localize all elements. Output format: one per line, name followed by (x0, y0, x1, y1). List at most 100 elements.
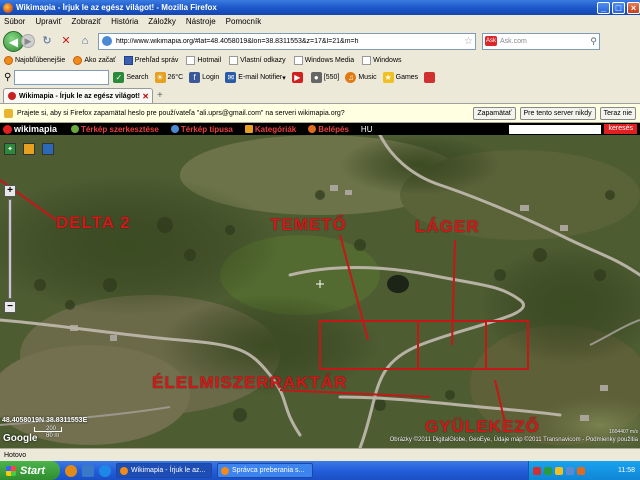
tray-security-icon[interactable] (533, 466, 541, 475)
menu-edit[interactable]: Upraviť (35, 17, 61, 26)
quicklaunch-desktop-icon[interactable] (82, 464, 94, 477)
never-for-site-button[interactable]: Pre tento server nikdy (519, 106, 596, 120)
games-icon: ★ (382, 72, 394, 83)
status-bar: Hotovo (0, 448, 640, 461)
toolbar-search-input[interactable] (14, 70, 110, 85)
tray-app-icon[interactable] (577, 466, 585, 475)
bookmark-item[interactable]: Vlastní odkazy (229, 56, 286, 65)
facebook-icon: f (189, 72, 201, 83)
tray-update-icon[interactable] (555, 466, 563, 475)
site-identity-icon[interactable] (102, 36, 112, 46)
weather-icon: ☀ (154, 72, 166, 83)
bookmark-item[interactable]: Prehľad správ (123, 56, 178, 65)
search-magnifier-icon[interactable]: ⚲ (590, 36, 597, 47)
minimize-button[interactable]: _ (597, 1, 610, 14)
tray-volume-icon[interactable] (566, 466, 574, 475)
search-icon: ✓ (113, 72, 125, 83)
map-search-button[interactable]: keresés (604, 124, 637, 134)
reload-icon[interactable]: ↻ (40, 34, 54, 48)
map-photo-icon[interactable] (42, 143, 54, 155)
toolbar-music[interactable]: ♫ Music (345, 72, 377, 83)
title-bar: Wikimapia - Írjuk le az egész világot! -… (0, 0, 640, 15)
bookmark-item[interactable]: Hotmail (186, 56, 221, 65)
toolbar-youtube[interactable]: ▶ (291, 72, 305, 83)
toolbar-search-button[interactable]: ✓ Search (113, 72, 149, 83)
nav-categories[interactable]: Kategóriák (244, 125, 296, 134)
toolbar-weather[interactable]: ☀ 26°C (154, 72, 183, 83)
nav-edit-map[interactable]: Térkép szerkesztése (71, 125, 159, 134)
quicklaunch-ie-icon[interactable] (99, 464, 111, 477)
toolbar-search-icon[interactable]: ⚲ (4, 72, 11, 83)
bookmark-fire-icon (4, 56, 13, 65)
tab-wikimapia[interactable]: Wikimapia - Írjuk le az egész világot! ✕ (3, 88, 153, 103)
tray-network-icon[interactable] (544, 466, 552, 475)
map-type-icon (170, 125, 179, 133)
password-notification-bar: Prajete si, aby si Firefox zapamätal hes… (0, 104, 640, 123)
menu-history[interactable]: História (111, 17, 138, 26)
nav-map-type[interactable]: Térkép típusa (170, 125, 233, 134)
bookmarks-bar: Najobľúbenejšie Ako začať Prehľad správ … (0, 54, 640, 67)
toolbar-counter[interactable]: ● [550] (310, 72, 339, 83)
label-delta: DELTA 2 (56, 213, 131, 232)
clock: 11:58 (618, 467, 635, 474)
menu-view[interactable]: Zobraziť (71, 17, 101, 26)
maximize-button[interactable]: □ (612, 1, 625, 14)
url-text[interactable]: http://www.wikimapia.org/#lat=48.4058019… (116, 38, 464, 45)
close-button[interactable]: × (627, 1, 640, 14)
bookmark-item[interactable]: Najobľúbenejšie (4, 56, 65, 65)
youtube-icon: ▶ (291, 72, 303, 83)
zoom-slider[interactable] (8, 199, 12, 299)
stop-icon[interactable]: ✕ (59, 34, 73, 48)
menu-file[interactable]: Súbor (4, 17, 25, 26)
map-tool-icon[interactable]: ✦ (4, 143, 16, 155)
bookmark-page-icon (293, 56, 303, 65)
home-icon[interactable]: ⌂ (78, 34, 92, 48)
ask-engine-icon[interactable]: Ask (485, 36, 497, 46)
zoom-control: + − (4, 185, 16, 315)
remember-button[interactable]: Zapamätať (473, 106, 516, 120)
bookmark-star-icon[interactable]: ☆ (464, 36, 473, 47)
search-bar[interactable]: Ask Ask.com ⚲ (482, 32, 600, 50)
toolbar-games[interactable]: ★ Games (382, 72, 418, 83)
start-button[interactable]: Start (0, 461, 60, 480)
bookmark-item[interactable]: Windows (362, 56, 402, 65)
status-text: Hotovo (4, 451, 27, 459)
bookmark-item[interactable]: Ako začať (73, 56, 116, 65)
taskbar-item-download-manager[interactable]: Správca preberania s... (217, 463, 313, 478)
scale-label-50m: 50 m (46, 433, 60, 439)
bookmark-news-icon (123, 56, 133, 65)
menu-tools[interactable]: Nástroje (186, 17, 216, 26)
map-search-input[interactable] (509, 124, 602, 134)
google-logo: Google (3, 433, 38, 444)
taskbar-item-wikimapia[interactable]: Wikimapia - Írjuk le az... (116, 463, 212, 478)
search-placeholder[interactable]: Ask.com (500, 38, 590, 45)
satellite-map[interactable]: DELTA 2 TEMETŐ LÁGER ÉLELMISZERRAKTÁR GY… (0, 135, 640, 448)
zoom-out-button[interactable]: − (4, 301, 16, 313)
toolbar-email-notifier[interactable]: ✉ E-mail Notifier ▾ (225, 72, 286, 83)
quicklaunch-firefox-icon[interactable] (65, 464, 77, 477)
map-layer-icon[interactable] (23, 143, 35, 155)
toolbar-login[interactable]: f Login (189, 72, 219, 83)
forward-button[interactable]: ▶ (21, 34, 35, 48)
taskbar: Start Wikimapia - Írjuk le az... Správca… (0, 461, 640, 480)
new-tab-button[interactable]: + (157, 90, 163, 101)
zoom-in-button[interactable]: + (4, 185, 16, 197)
nav-login[interactable]: Belépés (308, 125, 349, 134)
bookmark-item[interactable]: Windows Media (293, 56, 354, 65)
url-bar[interactable]: http://www.wikimapia.org/#lat=48.4058019… (98, 32, 476, 50)
wikimapia-logo[interactable]: wikimapia (3, 124, 57, 134)
menu-bookmarks[interactable]: Záložky (148, 17, 176, 26)
map-copyright[interactable]: Obrázky ©2011 DigitalGlobe, GeoEye, Údaj… (390, 437, 638, 443)
bookmark-page-icon (362, 56, 372, 65)
map-scale: 200 m 50 m (2, 426, 62, 439)
firefox-icon (120, 466, 128, 475)
not-now-button[interactable]: Teraz nie (599, 106, 636, 120)
navigation-bar: ◀ ▶ ↻ ✕ ⌂ http://www.wikimapia.org/#lat=… (0, 28, 640, 54)
menu-help[interactable]: Pomocník (226, 17, 262, 26)
tab-close-icon[interactable]: ✕ (142, 92, 149, 101)
label-temeto: TEMETŐ (270, 215, 347, 234)
language-selector[interactable]: HU (361, 125, 373, 134)
toolbar-extra-icon[interactable] (424, 72, 436, 83)
key-icon (4, 108, 13, 118)
tab-strip: Wikimapia - Írjuk le az egész világot! ✕… (0, 88, 640, 104)
